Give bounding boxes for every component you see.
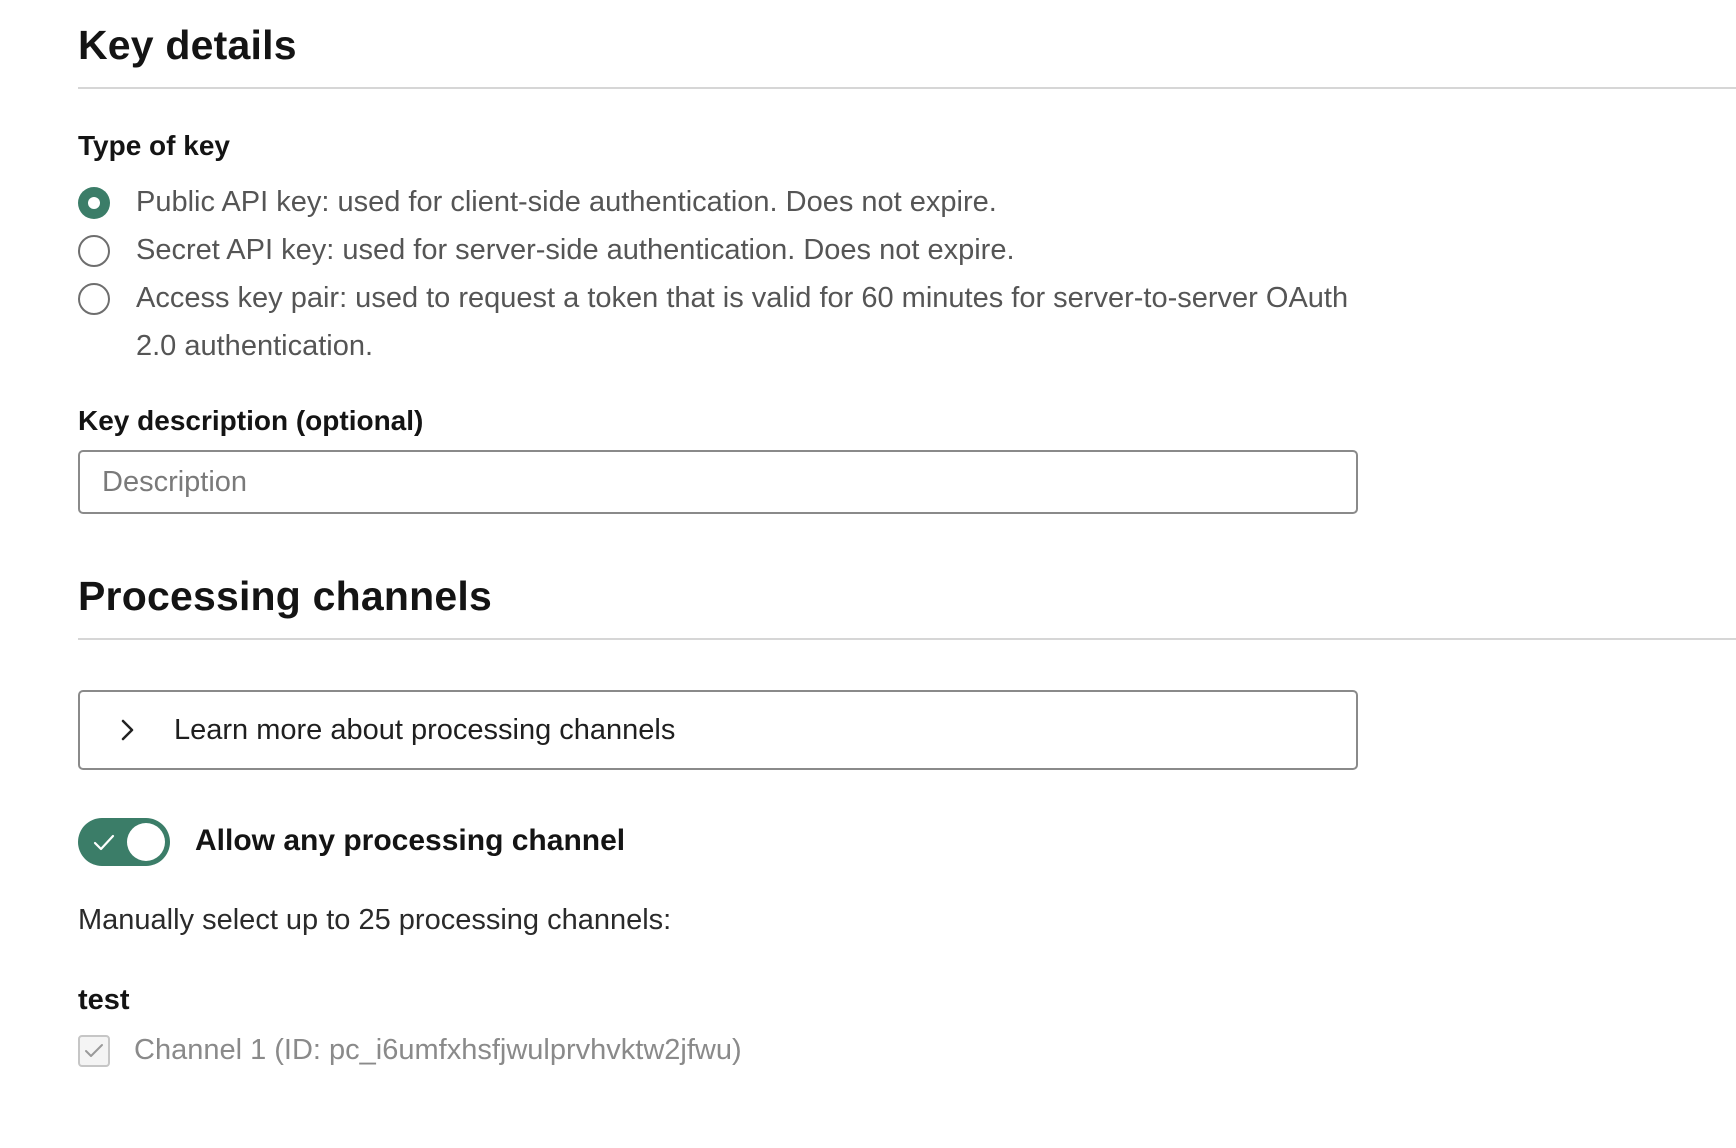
radio-label-public-api-key: Public API key: used for client-side aut… — [136, 186, 997, 218]
learn-more-accordion[interactable]: Learn more about processing channels — [78, 690, 1358, 770]
type-of-key-label: Type of key — [78, 130, 230, 161]
channel-1-checkbox — [78, 1034, 110, 1067]
processing-channels-title: Processing channels — [78, 573, 492, 619]
radio-public-api-key[interactable] — [78, 187, 110, 219]
check-icon — [92, 831, 116, 858]
allow-any-channel-toggle[interactable] — [78, 818, 170, 866]
radio-access-key-pair[interactable] — [78, 283, 110, 315]
key-description-input[interactable] — [78, 450, 1358, 514]
chevron-right-icon — [118, 718, 158, 742]
radio-option-public-api-key[interactable]: Public API key: used for client-side aut… — [78, 185, 1366, 226]
channel-1-label: Channel 1 (ID: pc_i6umfxhsfjwulprvhvktw2… — [134, 1034, 742, 1066]
radio-secret-api-key[interactable] — [78, 235, 110, 267]
key-details-divider — [78, 87, 1736, 89]
radio-option-secret-api-key[interactable]: Secret API key: used for server-side aut… — [78, 233, 1366, 274]
channel-group-label: test — [78, 984, 130, 1016]
radio-label-access-key-pair: Access key pair: used to request a token… — [136, 282, 1349, 362]
toggle-knob — [127, 823, 165, 861]
learn-more-label: Learn more about processing channels — [174, 713, 676, 746]
manual-select-text: Manually select up to 25 processing chan… — [78, 904, 672, 936]
allow-any-channel-label: Allow any processing channel — [195, 824, 626, 857]
key-details-title: Key details — [78, 22, 297, 68]
channel-checkbox-row: Channel 1 (ID: pc_i6umfxhsfjwulprvhvktw2… — [78, 1034, 742, 1067]
key-description-label: Key description (optional) — [78, 405, 424, 436]
radio-label-secret-api-key: Secret API key: used for server-side aut… — [136, 234, 1015, 266]
processing-channels-divider — [78, 638, 1736, 640]
radio-option-access-key-pair[interactable]: Access key pair: used to request a token… — [78, 281, 1366, 370]
